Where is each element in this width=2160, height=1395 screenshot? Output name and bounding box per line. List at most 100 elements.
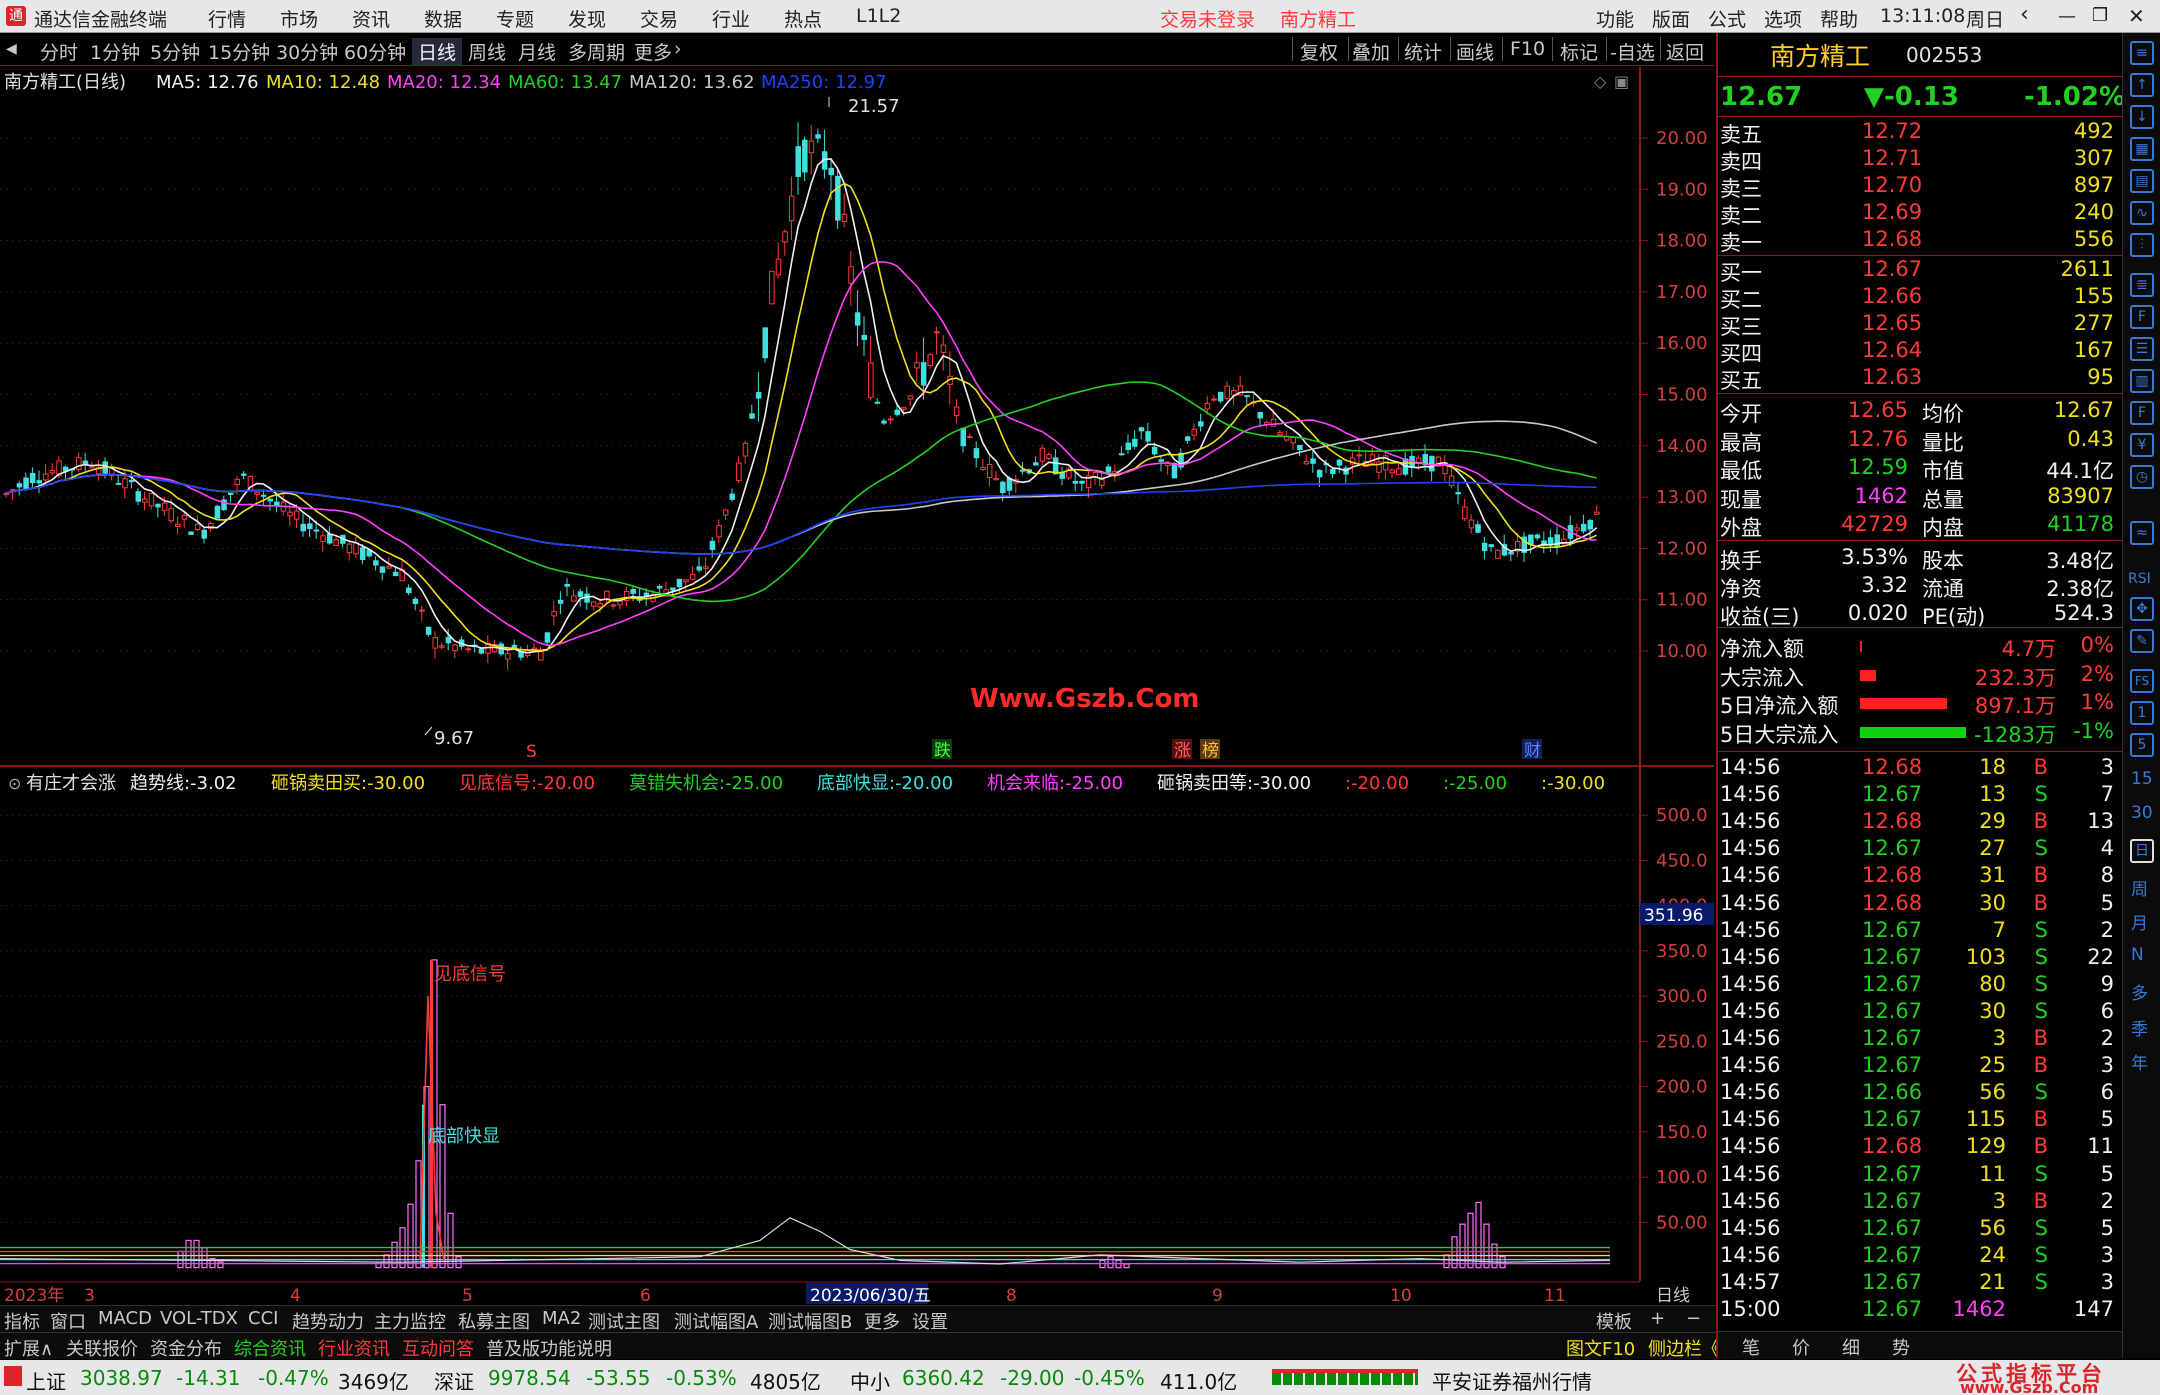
- menu-item-bangzhu[interactable]: 帮助: [1820, 5, 1858, 32]
- tool-fuquan[interactable]: 复权: [1300, 38, 1338, 65]
- period-multi[interactable]: 多周期: [568, 38, 625, 65]
- tab-zhulijiankong[interactable]: 主力监控: [374, 1308, 446, 1334]
- candle[interactable]: [1072, 480, 1079, 484]
- candle[interactable]: [320, 535, 326, 542]
- candle[interactable]: [782, 231, 788, 243]
- wave-icon[interactable]: ≈: [2130, 521, 2154, 545]
- indicator-chart[interactable]: 500.0450.0400.0350.0300.0250.0200.0150.0…: [0, 767, 1714, 1287]
- candle[interactable]: [1488, 544, 1494, 548]
- candle[interactable]: [122, 478, 128, 489]
- candle[interactable]: [914, 362, 920, 369]
- candle[interactable]: [577, 591, 584, 597]
- candle[interactable]: [683, 579, 689, 583]
- candle[interactable]: [564, 583, 570, 587]
- tab-vol-tdx[interactable]: VOL-TDX: [160, 1308, 238, 1329]
- candle[interactable]: [1448, 475, 1455, 487]
- period-month-label[interactable]: 月: [2131, 909, 2148, 934]
- candle[interactable]: [986, 463, 993, 479]
- candle[interactable]: [967, 436, 973, 439]
- candle[interactable]: [676, 578, 683, 588]
- candle[interactable]: [1297, 444, 1303, 451]
- period-week-label[interactable]: 周: [2131, 875, 2148, 900]
- candle[interactable]: [1211, 398, 1217, 401]
- candle[interactable]: [802, 139, 808, 173]
- restore-icon[interactable]: ❐: [2092, 5, 2108, 26]
- candle[interactable]: [1244, 395, 1250, 398]
- period-15-label[interactable]: 15: [2131, 769, 2153, 789]
- candle[interactable]: [749, 413, 755, 419]
- candle-icon[interactable]: ⫶: [2130, 233, 2154, 257]
- menu-item-redian[interactable]: 热点: [784, 5, 822, 32]
- candle[interactable]: [1534, 534, 1541, 539]
- candle[interactable]: [419, 609, 425, 612]
- candle[interactable]: [1079, 480, 1085, 484]
- pencil-icon[interactable]: ✎: [2130, 629, 2154, 653]
- tool-f10[interactable]: F10: [1510, 38, 1545, 60]
- candle[interactable]: [571, 595, 577, 602]
- candle[interactable]: [1052, 457, 1059, 475]
- candle[interactable]: [1508, 551, 1514, 555]
- candle[interactable]: [1475, 524, 1481, 533]
- candle[interactable]: [1198, 421, 1204, 427]
- candle[interactable]: [788, 195, 795, 222]
- period-30min[interactable]: 30分钟: [276, 38, 338, 65]
- candle[interactable]: [1000, 481, 1006, 493]
- period-15min[interactable]: 15分钟: [208, 38, 270, 65]
- panel-toggle-icon[interactable]: ▣: [1614, 72, 1629, 91]
- candle[interactable]: [1396, 468, 1402, 476]
- menu-item-shuju[interactable]: 数据: [424, 5, 462, 32]
- quote-tab-shi[interactable]: 势: [1892, 1334, 1910, 1360]
- tab-zhibiao[interactable]: 指标: [4, 1308, 40, 1334]
- period-year-label[interactable]: 年: [2131, 1049, 2148, 1074]
- candle[interactable]: [656, 586, 663, 589]
- candle[interactable]: [188, 531, 194, 535]
- candle[interactable]: [1019, 469, 1026, 472]
- candle[interactable]: [194, 523, 201, 531]
- candle[interactable]: [1257, 412, 1263, 419]
- candle[interactable]: [1204, 403, 1211, 410]
- candle[interactable]: [960, 427, 966, 447]
- period-fenshi[interactable]: 分时: [40, 38, 78, 65]
- period-5min[interactable]: 5分钟: [150, 38, 200, 65]
- candle[interactable]: [333, 539, 339, 547]
- chevron-right-icon[interactable]: ›: [674, 38, 682, 60]
- tool-biaoji[interactable]: 标记: [1560, 38, 1598, 65]
- candle[interactable]: [670, 587, 676, 591]
- close-icon[interactable]: ✕: [2128, 4, 2145, 28]
- candle[interactable]: [1145, 431, 1151, 442]
- candle[interactable]: [736, 462, 742, 482]
- f10-icon[interactable]: F: [2130, 305, 2154, 329]
- tab-macd[interactable]: MACD: [98, 1308, 152, 1329]
- candle[interactable]: [1151, 446, 1158, 455]
- candle[interactable]: [432, 636, 438, 649]
- tool-diejia[interactable]: 叠加: [1352, 38, 1390, 65]
- quote-tab-jia[interactable]: 价: [1792, 1334, 1810, 1360]
- candle[interactable]: [1099, 479, 1105, 486]
- tab-cci[interactable]: CCI: [248, 1308, 278, 1329]
- candle[interactable]: [927, 354, 933, 367]
- ext-tuwen-f10[interactable]: 图文F10: [1566, 1335, 1635, 1361]
- candle[interactable]: [1290, 437, 1296, 444]
- candle[interactable]: [1455, 492, 1461, 495]
- candle[interactable]: [703, 566, 709, 569]
- tab-chuangkou[interactable]: 窗口: [50, 1308, 86, 1334]
- candle[interactable]: [373, 560, 379, 566]
- tab-ceshifutub[interactable]: 测试幅图B: [768, 1308, 852, 1334]
- candle[interactable]: [1158, 459, 1164, 462]
- candle[interactable]: [584, 593, 590, 603]
- quote-list-icon[interactable]: ≡: [2130, 41, 2154, 65]
- tab-ceshifutua[interactable]: 测试幅图A: [674, 1308, 758, 1334]
- candle[interactable]: [604, 590, 610, 600]
- candle[interactable]: [274, 501, 280, 506]
- candle[interactable]: [287, 511, 293, 517]
- candle[interactable]: [689, 573, 696, 580]
- candle[interactable]: [1125, 442, 1131, 450]
- candle[interactable]: [1310, 458, 1316, 464]
- period-season-label[interactable]: 季: [2131, 1015, 2148, 1040]
- indicator-menu-icon[interactable]: ⊙: [8, 774, 21, 793]
- candle[interactable]: [128, 479, 135, 483]
- candle[interactable]: [478, 648, 485, 654]
- candle[interactable]: [1059, 472, 1065, 479]
- candle[interactable]: [1574, 527, 1580, 531]
- arrow-down-icon[interactable]: ↓: [2130, 105, 2154, 129]
